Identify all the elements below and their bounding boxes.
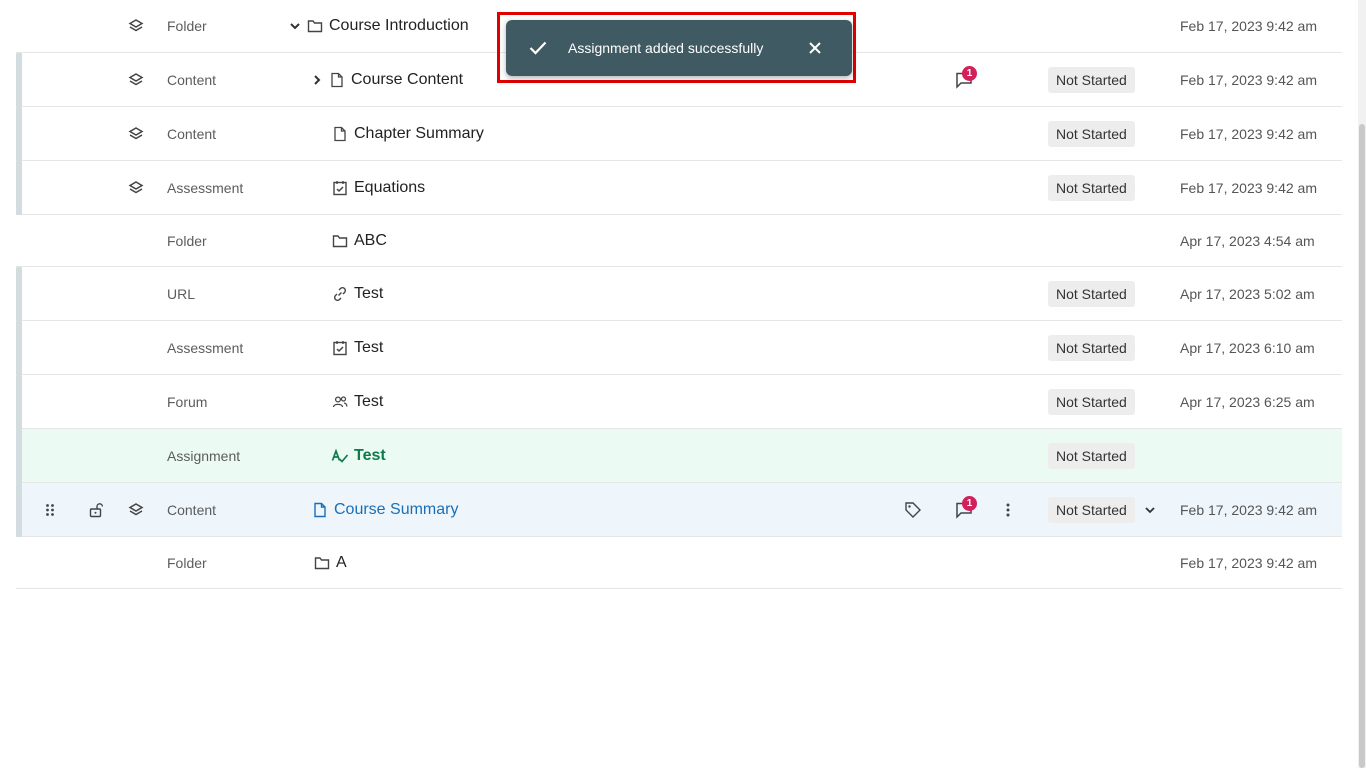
- list-item[interactable]: Folder A Feb 17, 2023 9:42 am: [16, 537, 1342, 589]
- list-item[interactable]: Forum Test Not Started Apr 17, 2023 6:25…: [16, 375, 1342, 429]
- list-item-new-assignment[interactable]: Assignment Test Not Started: [16, 429, 1342, 483]
- item-name-link[interactable]: Course Summary: [334, 501, 458, 519]
- item-type: Forum: [167, 393, 208, 410]
- item-type: Assessment: [167, 179, 244, 196]
- item-type: Folder: [167, 18, 207, 34]
- item-date: Apr 17, 2023 6:10 am: [1180, 339, 1315, 356]
- item-date: Feb 17, 2023 9:42 am: [1180, 18, 1317, 34]
- status-badge: Not Started: [1048, 388, 1135, 415]
- list-item-selected[interactable]: Content Course Summary 1 Not Started Feb…: [16, 483, 1342, 537]
- item-type: Content: [167, 125, 217, 142]
- item-name[interactable]: Test: [354, 447, 386, 465]
- item-name[interactable]: Course Introduction: [329, 17, 469, 35]
- item-type: Folder: [167, 232, 207, 249]
- document-icon: [311, 501, 329, 519]
- item-type: URL: [167, 285, 196, 302]
- list-item[interactable]: Assessment Test Not Started Apr 17, 2023…: [16, 321, 1342, 375]
- assignment-icon: [331, 447, 349, 465]
- unlock-icon[interactable]: [86, 483, 106, 536]
- item-date: Feb 17, 2023 9:42 am: [1180, 179, 1317, 196]
- list-item[interactable]: Folder ABC Apr 17, 2023 4:54 am: [16, 215, 1342, 267]
- item-name[interactable]: Course Content: [351, 71, 463, 89]
- list-item[interactable]: URL Test Not Started Apr 17, 2023 5:02 a…: [16, 267, 1342, 321]
- chevron-down-icon[interactable]: [286, 17, 304, 35]
- assessment-icon: [331, 339, 349, 357]
- item-date: Apr 17, 2023 5:02 am: [1180, 285, 1315, 302]
- item-name[interactable]: ABC: [354, 232, 387, 250]
- item-name[interactable]: Test: [354, 285, 383, 303]
- list-item[interactable]: Assessment Equations Not Started Feb 17,…: [16, 161, 1342, 215]
- folder-icon: [306, 17, 324, 35]
- content-list: Folder Course Introduction Feb 17, 2023 …: [16, 0, 1342, 589]
- status-dropdown[interactable]: Not Started: [1048, 496, 1135, 523]
- item-name[interactable]: Test: [354, 339, 383, 357]
- item-date: Apr 17, 2023 4:54 am: [1180, 232, 1315, 249]
- document-icon: [331, 125, 349, 143]
- assessment-icon: [331, 179, 349, 197]
- item-type: Folder: [167, 554, 207, 571]
- item-name[interactable]: A: [336, 554, 347, 572]
- layers-icon: [126, 161, 146, 214]
- more-options-icon[interactable]: [1000, 483, 1016, 536]
- layers-icon: [126, 107, 146, 160]
- status-badge: Not Started: [1048, 334, 1135, 361]
- chevron-down-icon[interactable]: [1143, 503, 1157, 517]
- toast-message: Assignment added successfully: [568, 40, 764, 56]
- comment-count-badge: 1: [962, 66, 977, 81]
- folder-icon: [331, 232, 349, 250]
- document-icon: [328, 71, 346, 89]
- list-item[interactable]: Content Chapter Summary Not Started Feb …: [16, 107, 1342, 161]
- item-date: Feb 17, 2023 9:42 am: [1180, 71, 1317, 88]
- item-type: Assignment: [167, 447, 241, 464]
- link-icon: [331, 285, 349, 303]
- item-type: Content: [167, 501, 217, 518]
- layers-icon: [126, 483, 146, 536]
- layers-icon: [126, 53, 146, 106]
- item-date: Feb 17, 2023 9:42 am: [1180, 125, 1317, 142]
- item-type: Content: [167, 71, 217, 88]
- item-date: Apr 17, 2023 6:25 am: [1180, 393, 1315, 410]
- tag-icon[interactable]: [902, 483, 924, 536]
- chevron-right-icon[interactable]: [308, 71, 326, 89]
- comment-count-badge: 1: [962, 496, 977, 511]
- status-badge: Not Started: [1048, 120, 1135, 147]
- drag-handle-icon[interactable]: [42, 483, 58, 536]
- success-toast: Assignment added successfully: [506, 20, 852, 76]
- folder-icon: [313, 554, 331, 572]
- item-name[interactable]: Chapter Summary: [354, 125, 484, 143]
- layers-icon: [126, 0, 146, 52]
- scrollbar[interactable]: [1358, 0, 1366, 768]
- item-date: Feb 17, 2023 9:42 am: [1180, 554, 1317, 571]
- status-badge: Not Started: [1048, 442, 1135, 469]
- item-date: Feb 17, 2023 9:42 am: [1180, 501, 1317, 518]
- item-name[interactable]: Equations: [354, 179, 425, 197]
- scrollbar-thumb[interactable]: [1359, 124, 1365, 768]
- close-icon[interactable]: [806, 39, 824, 57]
- forum-icon: [331, 393, 349, 411]
- status-badge: Not Started: [1048, 174, 1135, 201]
- status-badge: Not Started: [1048, 66, 1135, 93]
- status-badge: Not Started: [1048, 280, 1135, 307]
- check-icon: [528, 38, 548, 58]
- item-name[interactable]: Test: [354, 393, 383, 411]
- item-type: Assessment: [167, 339, 244, 356]
